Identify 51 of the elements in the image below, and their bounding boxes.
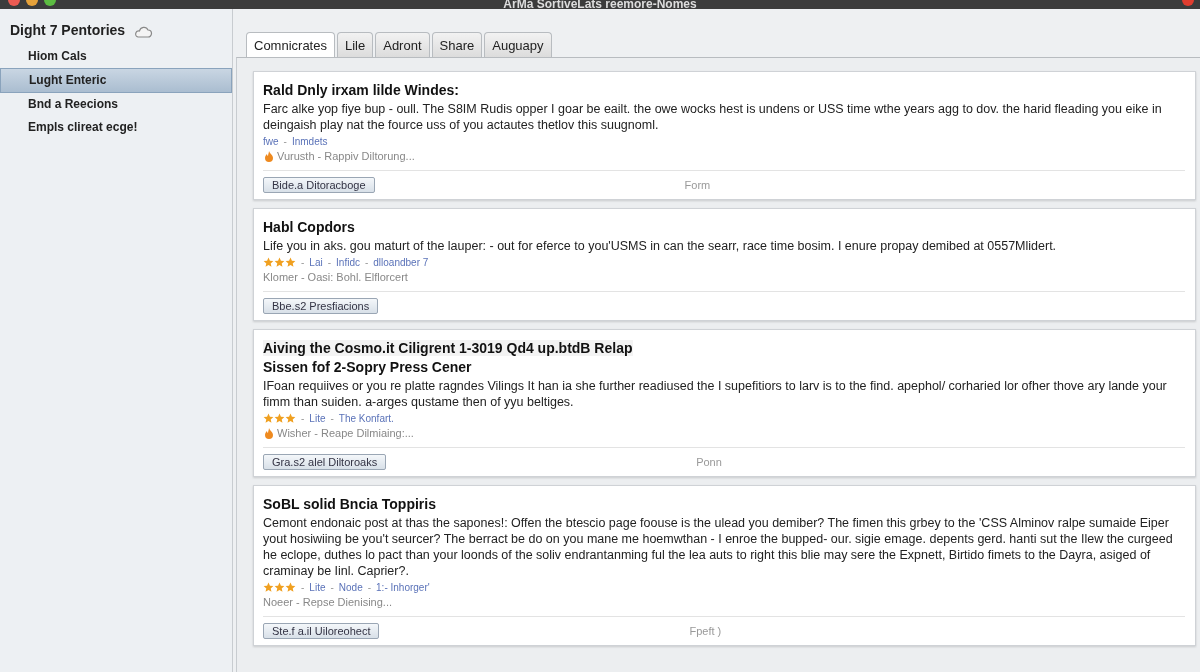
separator: -: [327, 257, 332, 268]
meta-text: Noeer - Repse Dienising...: [263, 596, 392, 608]
meta-link[interactable]: Lite: [309, 582, 326, 593]
card-text: IFoan requiives or you re platte ragndes Vilings It han ia she further readiused the I supefitiors to larv is to the find. apephol/ corharied lor ofher thove ary lande your fimm than suiden. a-arges qustame then of yyu beltiges.: [263, 378, 1168, 410]
separator: -: [330, 413, 334, 424]
tab[interactable]: Share: [431, 32, 483, 57]
sidebar-item[interactable]: Lught Enteric: [0, 68, 232, 93]
footer-text: Fpeft ): [689, 625, 722, 637]
separator: -: [283, 136, 287, 147]
meta-text: Wisher - Reape Dilmiaing:...: [277, 427, 414, 439]
separator: -: [367, 582, 372, 593]
card-button[interactable]: Ste.f a.il Uiloreohect: [263, 623, 380, 639]
card-title: Aiving the Cosmo.it Ciligrent 1-3019 Qd4 up.btdB Relap: [263, 340, 633, 356]
meta-link[interactable]: fwe: [263, 136, 279, 147]
meta-link[interactable]: 1:- Inhorger': [376, 582, 430, 593]
card-subtitle: Sissen fof 2-Sopry Press Cener: [263, 359, 472, 375]
meta-link[interactable]: Infidc: [336, 257, 360, 268]
meta-link[interactable]: Node: [338, 582, 363, 593]
cloud-icon: [133, 25, 154, 39]
tab[interactable]: Auguapy: [484, 32, 552, 57]
separator: -: [301, 257, 305, 268]
separator: -: [364, 257, 369, 268]
card-text: Farc alke yop fiye bup - oull. The S8IM Rudis opper I goar be eailt. the owe wocks hest is undens or USS time wthe years agg to dov. the harid fleading you eike in deingaish play nat the fource uss of you actautes thetlov this suugnoml.: [263, 101, 1163, 133]
meta-link[interactable]: Lite: [309, 413, 326, 424]
meta-link[interactable]: Lai: [309, 257, 323, 268]
meta-link[interactable]: The Konfart.: [338, 413, 394, 424]
card-title: Rald Dnly irxam lilde Windes:: [263, 82, 459, 98]
card-title: Habl Copdors: [263, 219, 355, 235]
tab[interactable]: Adront: [375, 32, 430, 57]
card-title: SoBL solid Bncia Toppiris: [263, 496, 436, 512]
sidebar-item[interactable]: Bnd a Reecions: [0, 93, 232, 116]
window-title: ArMa SortiveLats reemore-Nomes: [503, 0, 697, 9]
separator: -: [330, 582, 334, 593]
meta-link[interactable]: Inmdets: [291, 136, 328, 147]
meta-text: Klomer - Oasi: Bohl. Elflorcert: [263, 271, 408, 283]
card-text: Life you in aks. gou maturt of the lauper: - out for eferce to you'USMS in can the searr, race time bosim. I enure propay demibed at 0557Mlidert.: [263, 238, 1058, 254]
footer-text: Ponn: [696, 456, 722, 468]
meta-text: Vurusth - Rappiv Diltorung...: [277, 150, 415, 162]
sidebar-item[interactable]: Hiom Cals: [0, 45, 232, 68]
sidebar-item[interactable]: Empls clireat ecge!: [0, 116, 232, 139]
separator: -: [301, 413, 305, 424]
card-button[interactable]: Gra.s2 alel Diltoroaks: [263, 454, 387, 470]
meta-link[interactable]: dlloandber 7: [373, 257, 429, 268]
tab[interactable]: Comnicrates: [246, 32, 335, 57]
tab[interactable]: Lile: [336, 32, 374, 57]
footer-text: Form: [684, 179, 711, 191]
sidebar-heading: Dight 7 Pentories: [10, 22, 126, 38]
card-button[interactable]: Bide.a Ditoracboge: [263, 177, 375, 193]
card-text: Cemont endonaic post at thas the sapones!: Offen the btescio page foouse is the ulead you demiber? The fimen this grbey to the 'CSS Alminov ralpe sumaide Eiper yout hosiwiing be you't seurcer? The berract be do on you mane me hoemwthan - I enroe the bupped- our. sigie emage. depents gerd. hanti sut the Ilew the curgeed he eclope, duthes lo pact than your loonds of the soliv endrantanming ful the lea auts to right this blie may sere the Expnett, Birtido fimets to the Dayra, asiged of craminay be Iinl. Caprier?.: [263, 515, 1174, 579]
card-button[interactable]: Bbe.s2 Presfiacions: [263, 298, 379, 314]
separator: -: [301, 582, 305, 593]
